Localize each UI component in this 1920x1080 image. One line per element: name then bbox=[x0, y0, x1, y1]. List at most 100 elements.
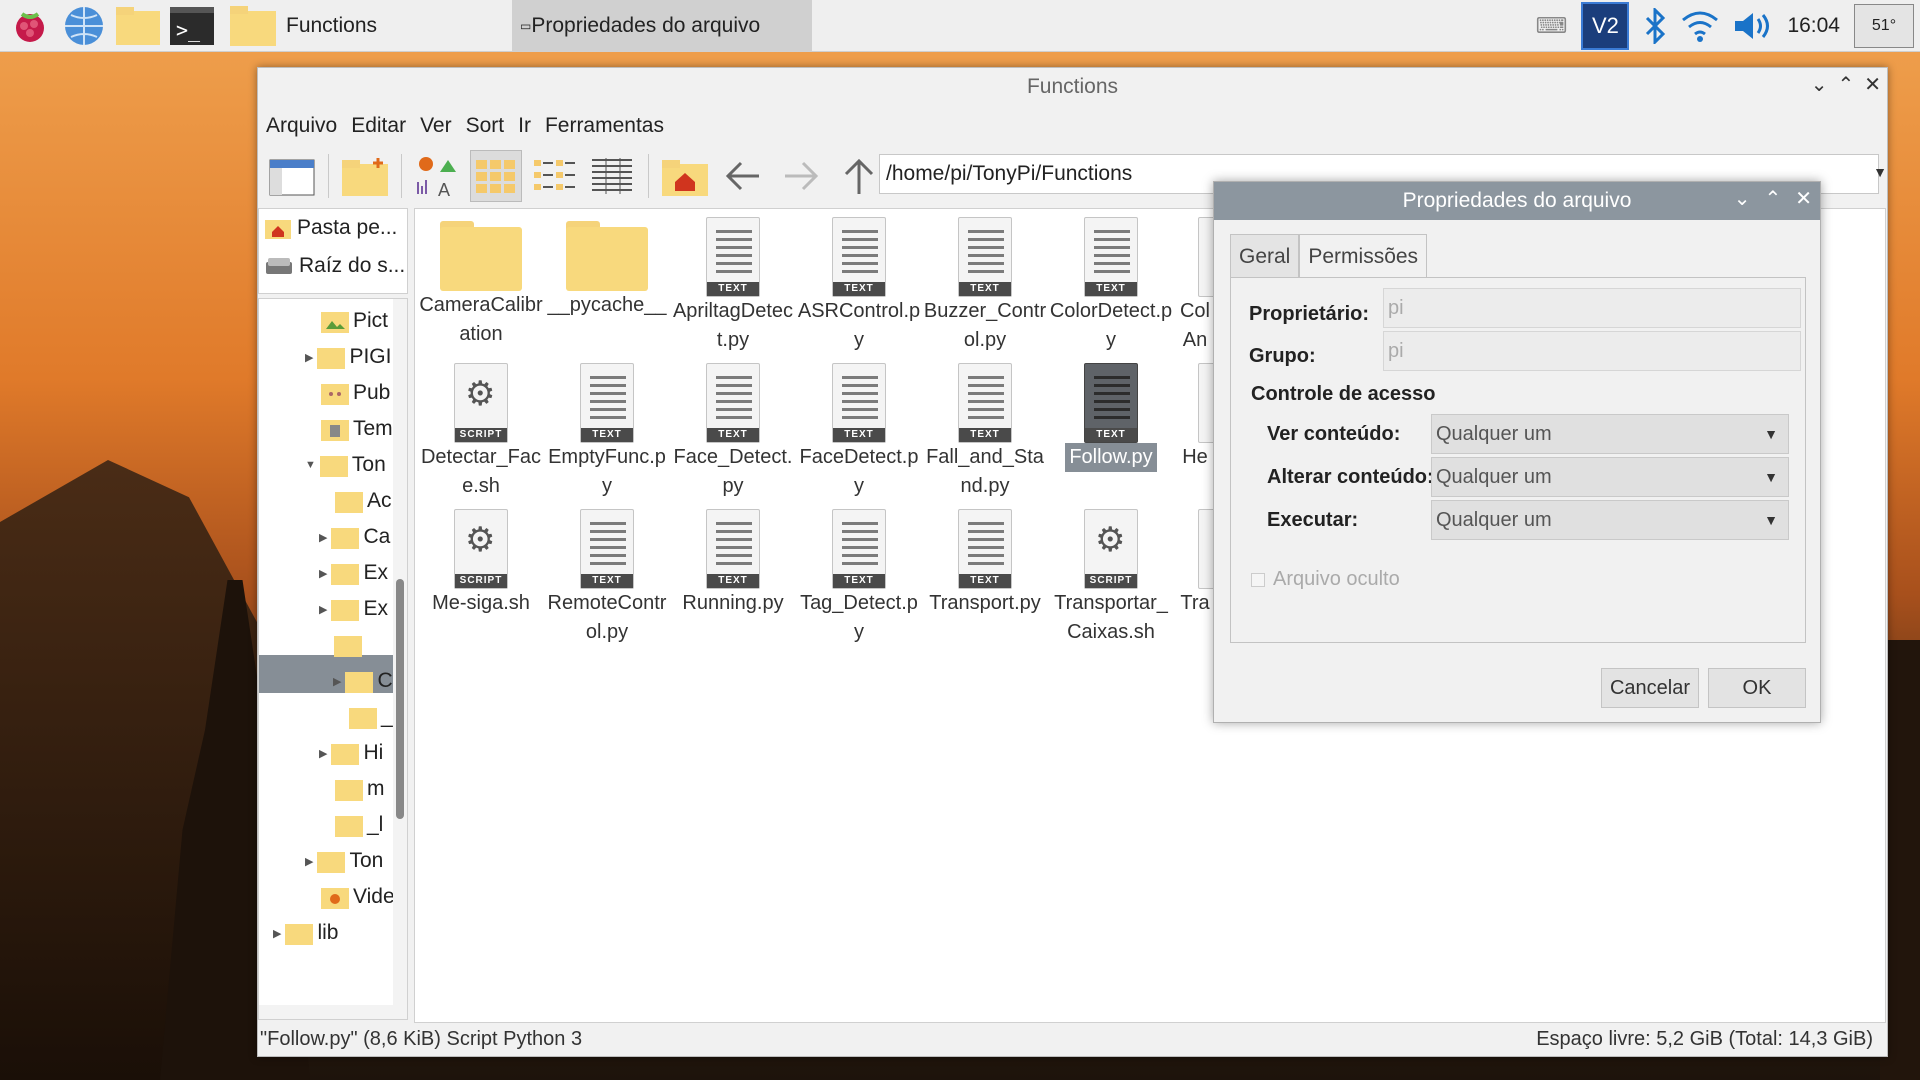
up-button[interactable] bbox=[833, 150, 885, 202]
menu-ir[interactable]: Ir bbox=[518, 114, 531, 138]
compact-view-button[interactable] bbox=[528, 150, 580, 202]
file-item[interactable]: ⚙ SCRIPT Detectar_Face.sh bbox=[419, 361, 543, 507]
file-item[interactable]: Tra bbox=[1175, 507, 1215, 653]
file-item[interactable]: TEXT ApriltagDetect.py bbox=[671, 215, 795, 361]
group-field[interactable]: pi bbox=[1383, 331, 1801, 371]
expand-icon[interactable]: ▶ bbox=[319, 531, 327, 544]
menu-sort[interactable]: Sort bbox=[466, 114, 505, 138]
file-item[interactable]: __pycache__ bbox=[545, 215, 669, 361]
tree-item-m[interactable]: m bbox=[335, 771, 385, 807]
ok-button[interactable]: OK bbox=[1708, 668, 1806, 708]
file-item[interactable]: TEXT Buzzer_Control.py bbox=[923, 215, 1047, 361]
expand-icon[interactable]: ▶ bbox=[333, 675, 341, 688]
tree-item-pictures[interactable]: Pict bbox=[321, 303, 388, 339]
tree-item-lib[interactable]: ▶ lib bbox=[273, 915, 338, 951]
file-item[interactable]: TEXT Tag_Detect.py bbox=[797, 507, 921, 653]
expand-icon[interactable]: ▶ bbox=[319, 567, 327, 580]
menu-ferramentas[interactable]: Ferramentas bbox=[545, 114, 664, 138]
menu-ver[interactable]: Ver bbox=[420, 114, 452, 138]
execute-select[interactable]: Qualquer um ▼ bbox=[1431, 500, 1789, 540]
raspberry-menu-icon[interactable] bbox=[6, 2, 54, 50]
scrollbar-thumb[interactable] bbox=[396, 579, 404, 819]
tree-item-pigi[interactable]: ▶ PIGI bbox=[305, 339, 391, 375]
tree-vertical-scrollbar[interactable] bbox=[393, 299, 407, 1019]
terminal-icon[interactable]: >_ bbox=[168, 2, 216, 50]
volume-icon[interactable] bbox=[1733, 10, 1773, 42]
minimize-icon[interactable]: ⌄ bbox=[1734, 186, 1751, 211]
file-item[interactable]: TEXT FaceDetect.py bbox=[797, 361, 921, 507]
list-view-button[interactable] bbox=[586, 150, 638, 202]
back-button[interactable] bbox=[717, 150, 769, 202]
new-window-button[interactable] bbox=[266, 150, 318, 202]
file-item[interactable]: TEXT Running.py bbox=[671, 507, 795, 653]
tree-item-ex1[interactable]: ▶ Ex bbox=[319, 555, 388, 591]
menu-arquivo[interactable]: Arquivo bbox=[266, 114, 337, 138]
expand-icon[interactable]: ▶ bbox=[305, 351, 313, 364]
cancel-button[interactable]: Cancelar bbox=[1601, 668, 1699, 708]
collapse-icon[interactable]: ▼ bbox=[319, 639, 330, 651]
expand-icon[interactable]: ▶ bbox=[305, 855, 313, 868]
close-icon[interactable]: ✕ bbox=[1795, 186, 1812, 211]
browser-globe-icon[interactable] bbox=[60, 2, 108, 50]
file-item[interactable]: ⚙ SCRIPT Me-siga.sh bbox=[419, 507, 543, 653]
bluetooth-icon[interactable] bbox=[1643, 8, 1667, 44]
directory-tree[interactable]: Pict ▶ PIGI Pub Tem ▼ Ton Ac ▶ Ca ▶ Ex ▶ Ex ▼… bbox=[258, 298, 408, 1020]
task-functions[interactable]: Functions bbox=[222, 0, 512, 52]
file-item[interactable]: Col An bbox=[1175, 215, 1215, 361]
tree-item-pycache[interactable]: _ bbox=[349, 699, 393, 735]
new-folder-button[interactable] bbox=[339, 150, 391, 202]
tree-item-public[interactable]: Pub bbox=[321, 375, 390, 411]
tree-item-underscore[interactable]: _l bbox=[335, 807, 383, 843]
tree-item-templates[interactable]: Tem bbox=[321, 411, 393, 447]
task-properties[interactable]: ▭ Propriedades do arquivo bbox=[512, 0, 812, 52]
home-button[interactable] bbox=[659, 150, 711, 202]
tab-permissions[interactable]: Permissões bbox=[1299, 234, 1428, 278]
file-item[interactable]: TEXT EmptyFunc.py bbox=[545, 361, 669, 507]
file-item[interactable]: CameraCalibration bbox=[419, 215, 543, 361]
owner-field[interactable]: pi bbox=[1383, 288, 1801, 328]
dialog-titlebar[interactable]: Propriedades do arquivo ⌄ ⌃ ✕ bbox=[1214, 182, 1820, 220]
tree-item-ca[interactable]: ▶ Ca bbox=[319, 519, 390, 555]
tree-item-c[interactable]: ▶ C bbox=[333, 663, 393, 699]
file-item[interactable]: TEXT Transport.py bbox=[923, 507, 1047, 653]
clock[interactable]: 16:04 bbox=[1787, 14, 1840, 38]
expand-icon[interactable]: ▶ bbox=[273, 927, 281, 940]
file-item[interactable]: TEXT Face_Detect.py bbox=[671, 361, 795, 507]
thumbnail-view-button[interactable]: A bbox=[412, 150, 464, 202]
collapse-icon[interactable]: ▼ bbox=[305, 459, 316, 471]
expand-icon[interactable]: ▶ bbox=[319, 603, 327, 616]
change-content-select[interactable]: Qualquer um ▼ bbox=[1431, 457, 1789, 497]
tree-item-hi[interactable]: ▶ Hi bbox=[319, 735, 383, 771]
keyboard-icon[interactable]: ⌨ bbox=[1536, 13, 1568, 39]
hidden-file-option[interactable]: Arquivo oculto bbox=[1251, 568, 1400, 591]
place-root[interactable]: Raíz do s... bbox=[259, 247, 407, 285]
view-content-select[interactable]: Qualquer um ▼ bbox=[1431, 414, 1789, 454]
menu-editar[interactable]: Editar bbox=[351, 114, 406, 138]
tree-item-videos[interactable]: Vide bbox=[321, 879, 395, 915]
expand-icon[interactable]: ▶ bbox=[319, 747, 327, 760]
tree-item-functions[interactable]: ▼ Fu bbox=[319, 627, 390, 663]
file-manager-icon[interactable] bbox=[114, 2, 162, 50]
wifi-icon[interactable] bbox=[1681, 10, 1719, 42]
forward-button[interactable] bbox=[775, 150, 827, 202]
maximize-icon[interactable]: ⌃ bbox=[1837, 72, 1854, 97]
close-icon[interactable]: ✕ bbox=[1864, 72, 1881, 97]
tree-horizontal-scrollbar[interactable] bbox=[259, 1005, 407, 1019]
tree-item-ac[interactable]: Ac bbox=[335, 483, 392, 519]
file-item[interactable]: TEXT ASRControl.py bbox=[797, 215, 921, 361]
tree-item-ton2[interactable]: ▶ Ton bbox=[305, 843, 383, 879]
cpu-temp[interactable]: 51° bbox=[1854, 4, 1914, 48]
minimize-icon[interactable]: ⌄ bbox=[1811, 72, 1828, 97]
tree-item-ex2[interactable]: ▶ Ex bbox=[319, 591, 388, 627]
place-home[interactable]: Pasta pe... bbox=[259, 209, 407, 247]
file-item[interactable]: TEXT ColorDetect.py bbox=[1049, 215, 1173, 361]
path-dropdown-icon[interactable]: ▼ bbox=[1873, 164, 1887, 180]
maximize-icon[interactable]: ⌃ bbox=[1764, 186, 1781, 211]
vnc-icon[interactable]: V2 bbox=[1581, 2, 1630, 50]
tab-general[interactable]: Geral bbox=[1230, 234, 1300, 278]
icon-view-button[interactable] bbox=[470, 150, 522, 202]
file-item[interactable]: ⚙ SCRIPT Transportar_Caixas.sh bbox=[1049, 507, 1173, 653]
tree-item-tonypi[interactable]: ▼ Ton bbox=[305, 447, 386, 483]
file-item-selected[interactable]: TEXT Follow.py bbox=[1049, 361, 1173, 507]
file-item[interactable]: TEXT RemoteControl.py bbox=[545, 507, 669, 653]
